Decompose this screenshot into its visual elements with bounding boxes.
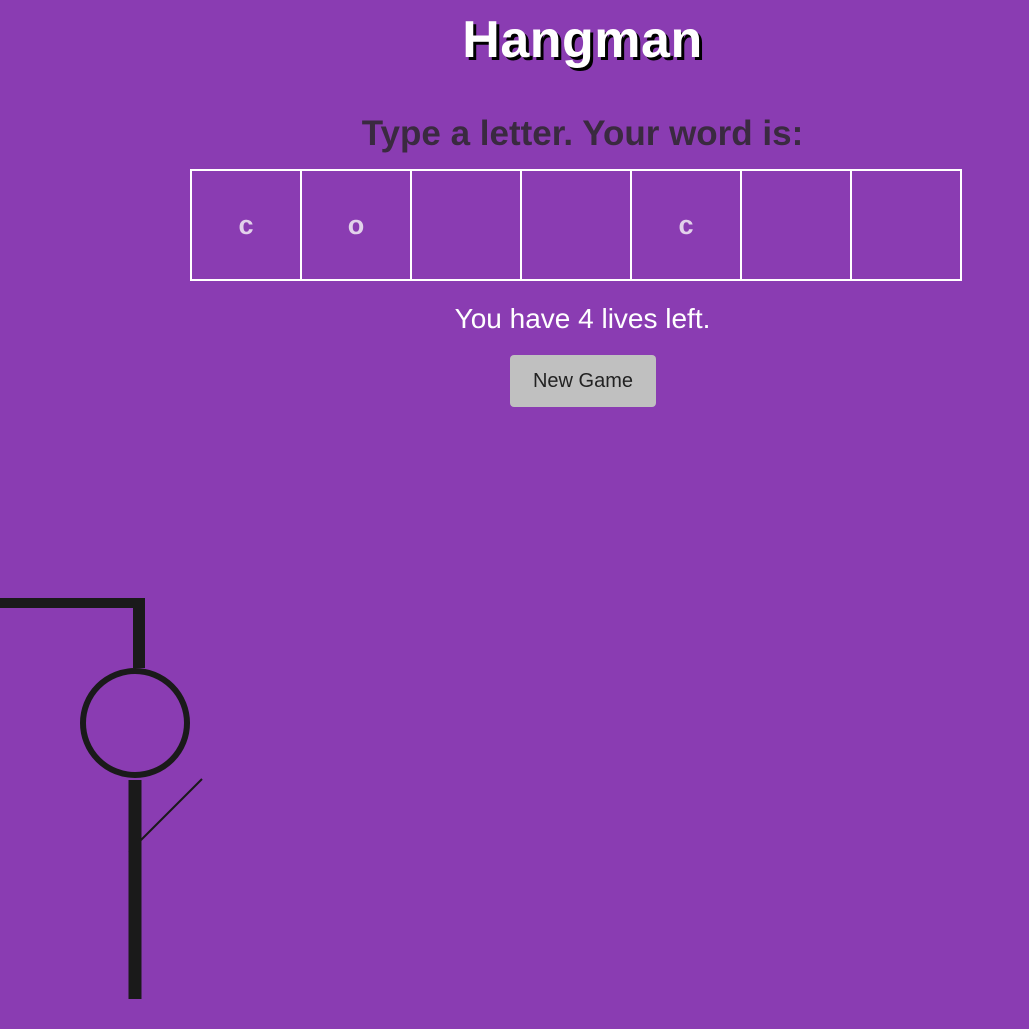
word-display: c o c <box>190 169 962 281</box>
lives-counter: You have 4 lives left. <box>454 303 711 334</box>
new-game-button[interactable]: New Game <box>510 355 656 407</box>
letter-slot: c <box>190 169 302 281</box>
page-title: Hangman <box>462 11 703 69</box>
letter-slot: o <box>300 169 412 281</box>
hangman-head <box>80 668 190 778</box>
letter-slot <box>410 169 522 281</box>
letter-slot: c <box>630 169 742 281</box>
hangman-drawing <box>0 598 203 999</box>
hangman-game: Hangman Type a letter. Your word is: c o… <box>0 0 1029 1029</box>
word-prompt: Type a letter. Your word is: <box>361 114 804 153</box>
letter-slot <box>850 169 962 281</box>
letter-slot <box>740 169 852 281</box>
letter-slot <box>520 169 632 281</box>
